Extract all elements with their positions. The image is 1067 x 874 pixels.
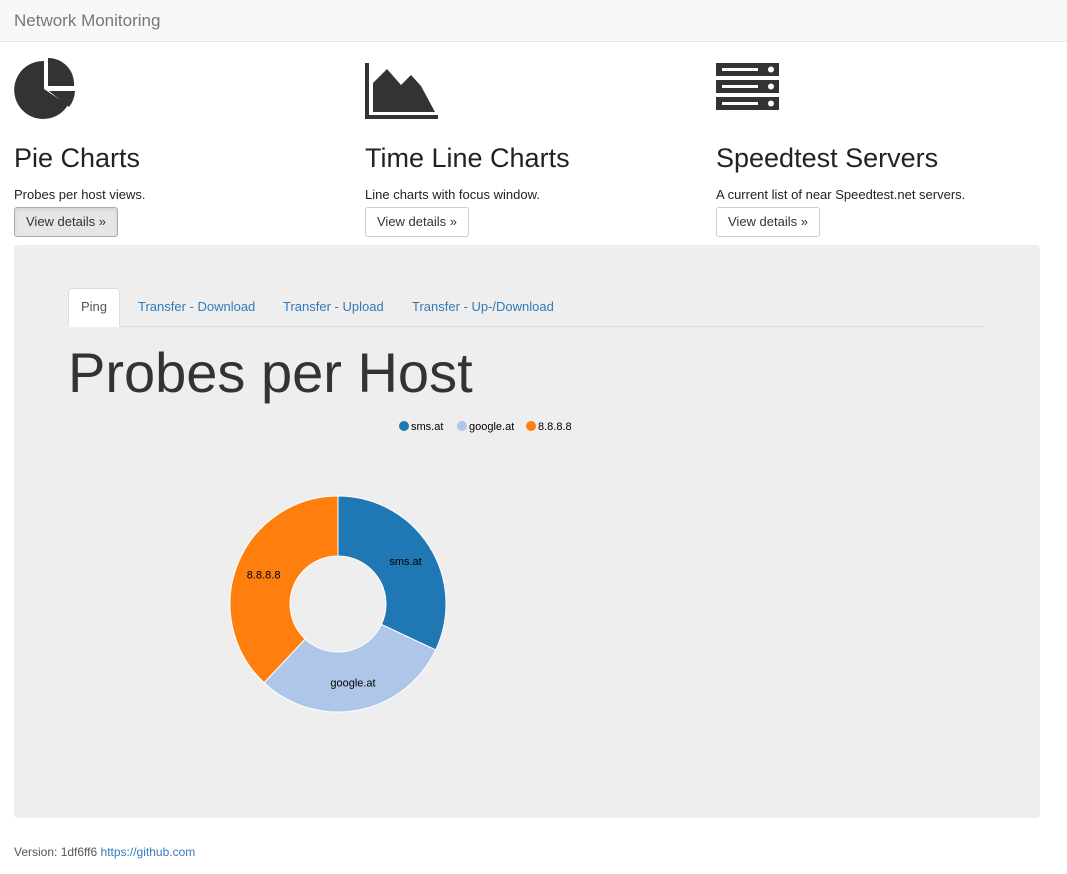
version-label: Version: 1df6ff6 bbox=[14, 845, 98, 859]
feature-description: A current list of near Speedtest.net ser… bbox=[716, 187, 966, 202]
view-details-timeline-button[interactable]: View details » bbox=[365, 207, 469, 237]
view-details-pie-button[interactable]: View details » bbox=[14, 207, 118, 237]
donut-chart: sms.at google.at 8.8.8.8 bbox=[229, 495, 447, 713]
feature-title: Pie Charts bbox=[14, 143, 141, 173]
chart-panel: Ping Transfer - Download Transfer - Uplo… bbox=[14, 245, 1040, 818]
feature-speedtest-servers: Speedtest Servers A current list of near… bbox=[716, 58, 1056, 204]
feature-pie-charts: Pie Charts Probes per host views. bbox=[14, 57, 354, 204]
view-details-speedtest-button[interactable]: View details » bbox=[716, 207, 820, 237]
area-chart-icon bbox=[365, 58, 705, 120]
feature-time-line-charts: Time Line Charts Line charts with focus … bbox=[365, 58, 705, 204]
slice-label: google.at bbox=[330, 678, 375, 690]
slice-label: 8.8.8.8 bbox=[247, 570, 281, 582]
github-link[interactable]: https://github.com bbox=[101, 845, 196, 859]
navbar: Network Monitoring bbox=[0, 0, 1067, 42]
pie-chart-icon bbox=[14, 57, 354, 120]
server-icon bbox=[716, 58, 1056, 120]
footer: Version: 1df6ff6 https://github.com bbox=[14, 845, 195, 859]
donut-slice[interactable] bbox=[337, 495, 447, 651]
navbar-brand[interactable]: Network Monitoring bbox=[0, 0, 174, 42]
feature-title: Time Line Charts bbox=[365, 143, 570, 173]
feature-description: Line charts with focus window. bbox=[365, 187, 540, 202]
feature-title: Speedtest Servers bbox=[716, 143, 939, 173]
features-row: Pie Charts Probes per host views. View d… bbox=[0, 42, 1067, 242]
slice-label: sms.at bbox=[389, 556, 421, 568]
feature-description: Probes per host views. bbox=[14, 187, 146, 202]
